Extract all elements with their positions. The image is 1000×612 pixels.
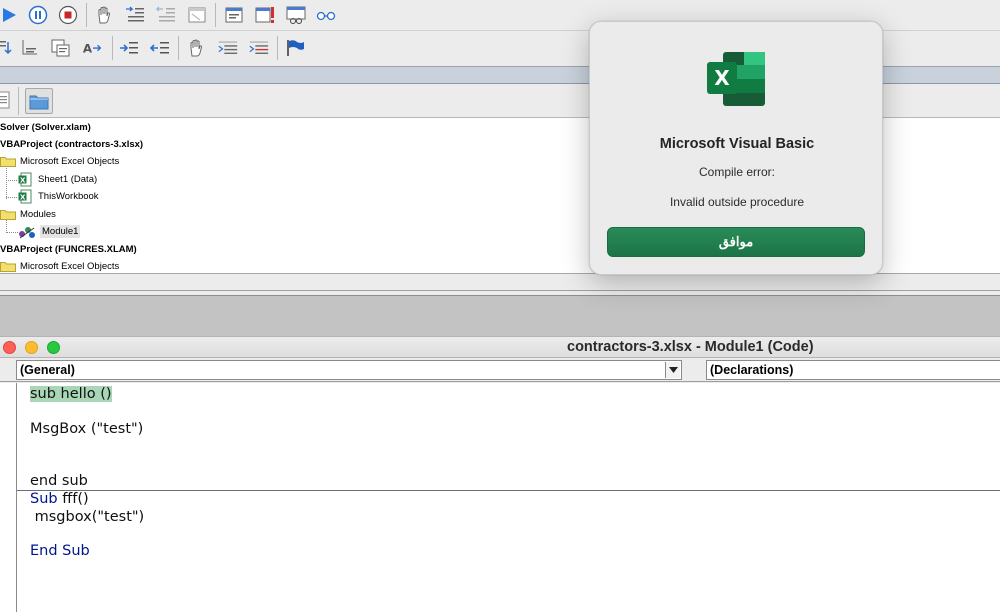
reset-icon[interactable] [57, 4, 79, 26]
form-error-icon[interactable] [254, 4, 276, 26]
zoom-window-button[interactable] [47, 341, 60, 354]
list-properties-icon[interactable] [0, 37, 16, 59]
code-window-title: contractors-3.xlsx - Module1 (Code) [567, 339, 814, 355]
tree-item-label: Sheet1 (Data) [38, 174, 98, 185]
tree-item-project[interactable]: VBAProject (FUNCRES.XLAM) [0, 241, 137, 258]
code-line[interactable]: End Sub [30, 543, 90, 559]
dialog-message-heading: Compile error: [698, 165, 776, 179]
pause-icon[interactable] [27, 4, 49, 26]
tree-item-label: VBAProject (contractors-3.xlsx) [0, 139, 144, 150]
tree-item-label: Microsoft Excel Objects [20, 261, 120, 272]
tree-connector [6, 197, 17, 198]
folder-icon [29, 95, 49, 110]
toolbar-separator [178, 36, 179, 60]
pane-splitter[interactable] [0, 274, 1000, 296]
toolbar-separator [277, 36, 278, 60]
svg-text:X: X [20, 193, 26, 201]
toolbar-separator [215, 3, 216, 27]
compile-error-dialog: X Microsoft Visual Basic Compile error: … [589, 21, 883, 275]
minimize-window-button[interactable] [25, 341, 38, 354]
toolbar-separator [112, 36, 113, 60]
toolbar-separator [86, 3, 87, 27]
code-text: msgbox("test") [30, 509, 145, 525]
code-window-combos: (General) (Declarations) [0, 358, 1000, 382]
uncomment-block-icon[interactable] [248, 37, 270, 59]
procedure-combo-value: (Declarations) [710, 363, 794, 377]
toggle-folders-button[interactable] [25, 88, 53, 114]
tree-item-label: ThisWorkbook [38, 191, 99, 202]
svg-text:X: X [20, 176, 26, 184]
comment-block-icon[interactable] [217, 37, 239, 59]
code-keyword: Sub [30, 491, 58, 507]
code-text: end sub [30, 473, 88, 489]
tree-item-project[interactable]: Solver (Solver.xlam) [0, 119, 91, 136]
procedure-combo[interactable]: (Declarations) [706, 360, 1000, 380]
code-line[interactable]: MsgBox ("test") [30, 421, 143, 437]
dialog-title: Microsoft Visual Basic [659, 136, 815, 152]
bookmark-flag-icon[interactable] [284, 37, 306, 59]
code-text: fff() [57, 491, 89, 507]
tree-item-label: Microsoft Excel Objects [20, 156, 120, 167]
quick-info-icon[interactable] [50, 37, 72, 59]
view-code-icon[interactable] [0, 90, 12, 110]
code-text-highlighted: sub hello () [30, 386, 112, 402]
tree-connector [6, 232, 18, 233]
tree-item-workbook[interactable]: X ThisWorkbook [18, 188, 99, 205]
tree-item-label: Module1 [40, 225, 81, 238]
tree-item-label: VBAProject (FUNCRES.XLAM) [0, 244, 137, 255]
mdi-background [0, 296, 1000, 336]
window-icon[interactable] [186, 4, 208, 26]
run-icon[interactable] [0, 4, 20, 26]
tree-item-folder[interactable]: Modules [0, 206, 56, 223]
object-browser-icon[interactable] [285, 4, 307, 26]
code-line[interactable]: msgbox("test") [30, 509, 145, 525]
close-window-button[interactable] [3, 341, 16, 354]
tree-item-label: Solver (Solver.xlam) [0, 122, 91, 133]
excel-sheet-icon: X [18, 172, 32, 187]
tree-item-sheet[interactable]: X Sheet1 (Data) [18, 171, 97, 188]
svg-text:A: A [83, 42, 93, 56]
tree-connector [6, 180, 17, 181]
tree-item-folder[interactable]: Microsoft Excel Objects [0, 258, 119, 275]
svg-text:X: X [714, 66, 730, 90]
folder-icon [0, 210, 16, 220]
excel-workbook-icon: X [18, 189, 32, 204]
vbe-window: A Solver (Solver.xlam) VBAProject (contr… [0, 0, 1000, 612]
outdent-list-icon[interactable] [155, 4, 177, 26]
folder-icon [0, 262, 16, 272]
code-window-titlebar: contractors-3.xlsx - Module1 (Code) [0, 336, 1000, 358]
code-text: MsgBox ("test") [30, 421, 144, 437]
object-combo[interactable]: (General) [16, 360, 682, 380]
code-line[interactable]: sub hello () [30, 386, 112, 402]
module-icon [19, 226, 35, 238]
chevron-down-icon[interactable] [665, 362, 680, 378]
procedure-separator [17, 490, 1000, 491]
indent-list-icon[interactable] [124, 4, 146, 26]
code-editor[interactable]: sub hello () MsgBox ("test") end sub Sub… [0, 383, 1000, 612]
tree-item-label: Modules [20, 209, 56, 220]
toggle-breakpoint-hand-icon[interactable] [185, 37, 207, 59]
margin-indicator-bar[interactable] [0, 383, 17, 612]
code-keyword: End Sub [30, 543, 90, 559]
complete-word-icon[interactable]: A [82, 37, 104, 59]
ok-button[interactable]: موافق [607, 227, 865, 257]
tree-item-folder[interactable]: Microsoft Excel Objects [0, 153, 119, 170]
dialog-message-detail: Invalid outside procedure [669, 195, 805, 209]
folder-icon [0, 157, 16, 167]
object-combo-value: (General) [20, 363, 75, 377]
form-icon[interactable] [223, 4, 245, 26]
tree-item-project[interactable]: VBAProject (contractors-3.xlsx) [0, 136, 143, 153]
outdent-icon[interactable] [149, 37, 171, 59]
hand-icon[interactable] [93, 4, 115, 26]
code-line[interactable]: end sub [30, 473, 88, 489]
excel-app-icon: X [707, 52, 765, 106]
tree-item-module[interactable]: Module1 [18, 223, 81, 240]
list-constants-icon[interactable] [19, 37, 41, 59]
toolbar-separator [18, 87, 19, 115]
code-line[interactable]: Sub fff() [30, 491, 89, 507]
indent-icon[interactable] [118, 37, 140, 59]
watch-glasses-icon[interactable] [315, 4, 337, 26]
